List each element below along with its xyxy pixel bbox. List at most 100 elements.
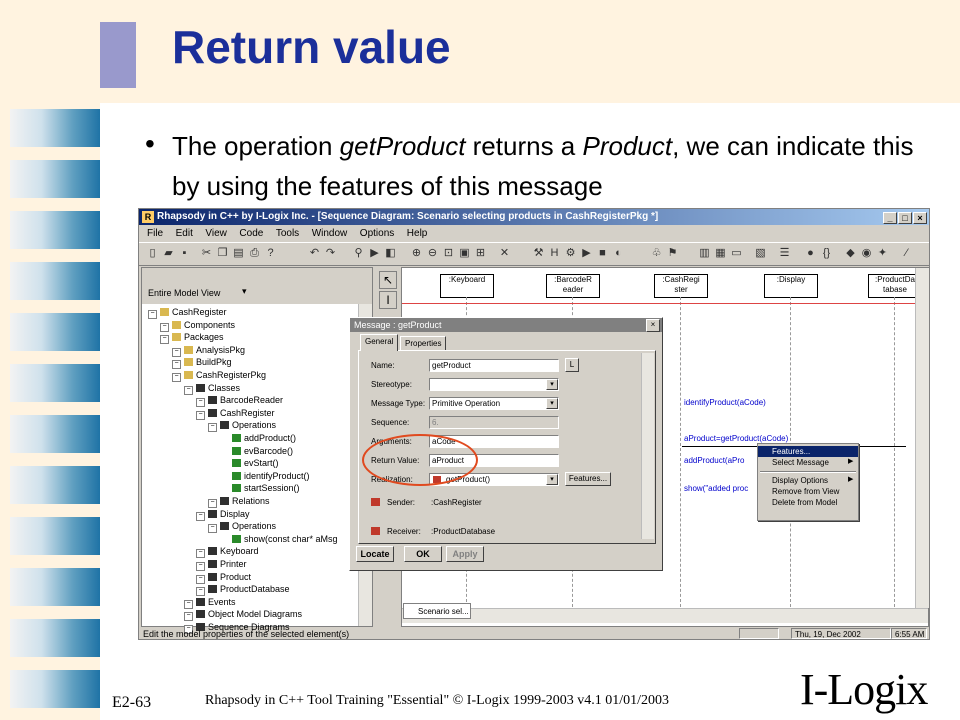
- tree-item[interactable]: − CashRegisterPkg: [172, 369, 266, 382]
- tree-item[interactable]: evStart(): [220, 457, 279, 469]
- tree-item[interactable]: show(const char* aMsg: [220, 533, 338, 545]
- tree-item[interactable]: − Product: [196, 571, 251, 584]
- menu-code[interactable]: Code: [239, 228, 263, 239]
- help-icon[interactable]: ?: [263, 246, 278, 261]
- chevron-down-icon[interactable]: ▾: [546, 398, 558, 409]
- undo-icon[interactable]: ↶: [307, 246, 322, 261]
- chevron-down-icon[interactable]: ▾: [546, 474, 558, 485]
- tree-item[interactable]: − Printer: [196, 558, 247, 571]
- generate-icon[interactable]: H: [547, 246, 562, 261]
- redo-icon[interactable]: ↷: [323, 246, 338, 261]
- tree-item[interactable]: − ProductDatabase: [196, 583, 290, 597]
- expand-toggle-icon[interactable]: −: [196, 410, 205, 420]
- menu-item-features[interactable]: Features...: [758, 446, 858, 457]
- features-icon[interactable]: ▦: [713, 246, 728, 261]
- tree-item[interactable]: − BuildPkg: [172, 356, 232, 370]
- tree-item[interactable]: startSession(): [220, 482, 300, 494]
- menu-file[interactable]: File: [147, 228, 163, 239]
- tree-item[interactable]: − Packages: [160, 331, 224, 345]
- expand-toggle-icon[interactable]: −: [184, 385, 193, 395]
- stereotype-dropdown[interactable]: [429, 378, 559, 391]
- tab-general[interactable]: General: [360, 334, 399, 351]
- brace-icon[interactable]: {}: [819, 246, 834, 261]
- list-icon[interactable]: ☰: [777, 246, 792, 261]
- menu-options[interactable]: Options: [360, 228, 394, 239]
- highlight-icon[interactable]: ◆: [843, 246, 858, 261]
- animate-icon[interactable]: ◐: [611, 246, 626, 261]
- apply-button[interactable]: Apply: [446, 546, 484, 562]
- new-file-icon[interactable]: ▯: [145, 246, 160, 261]
- menu-item-delete-from-model[interactable]: Delete from Model: [758, 497, 858, 508]
- lifeline-box[interactable]: :ProductDa tabase: [868, 274, 922, 298]
- build-icon[interactable]: ⚒: [531, 246, 546, 261]
- expand-toggle-icon[interactable]: −: [208, 423, 217, 433]
- run-icon[interactable]: ▶: [579, 246, 594, 261]
- zoom-fit-icon[interactable]: ⊡: [441, 246, 456, 261]
- zoom-box-icon[interactable]: ▣: [457, 246, 472, 261]
- omd-icon[interactable]: ♧: [649, 246, 664, 261]
- binoculars-icon[interactable]: ⚲: [351, 246, 366, 261]
- select-arrow-icon[interactable]: ↖: [379, 271, 397, 289]
- menu-view[interactable]: View: [205, 228, 227, 239]
- lifeline-box[interactable]: :BarcodeR eader: [546, 274, 600, 298]
- print-icon[interactable]: ⎙: [247, 246, 262, 261]
- zoom-out-icon[interactable]: ⊖: [425, 246, 440, 261]
- tree-item[interactable]: addProduct(): [220, 432, 296, 444]
- tree-item[interactable]: − Operations: [208, 520, 276, 534]
- message-get-product[interactable]: aProduct=getProduct(aCode): [684, 434, 788, 443]
- close-button[interactable]: ×: [913, 212, 927, 224]
- lifeline-box[interactable]: :Keyboard: [440, 274, 494, 298]
- menu-tools[interactable]: Tools: [276, 228, 299, 239]
- model-view-dropdown[interactable]: Entire Model View: [148, 288, 220, 298]
- tree-item[interactable]: − Keyboard: [196, 545, 259, 559]
- message-show[interactable]: show("added proc: [684, 484, 748, 493]
- menu-item-select-message[interactable]: Select Message: [758, 457, 858, 468]
- tree-item[interactable]: − CashRegister: [148, 306, 227, 319]
- name-field[interactable]: getProduct: [429, 359, 559, 372]
- tree-item[interactable]: − Operations: [208, 419, 276, 433]
- paste-icon[interactable]: ▤: [231, 246, 246, 261]
- menu-help[interactable]: Help: [407, 228, 428, 239]
- locate-button[interactable]: Locate: [356, 546, 394, 562]
- save-icon[interactable]: ▪: [177, 246, 192, 261]
- diagram-icon[interactable]: ▧: [753, 246, 768, 261]
- instance-line-icon[interactable]: I: [379, 291, 397, 309]
- tab-properties[interactable]: Properties: [400, 336, 447, 351]
- output-icon[interactable]: ▭: [729, 246, 744, 261]
- tree-item[interactable]: evBarcode(): [220, 445, 293, 457]
- maximize-button[interactable]: □: [898, 212, 912, 224]
- zoom-page-icon[interactable]: ⊞: [473, 246, 488, 261]
- ok-button[interactable]: OK: [404, 546, 442, 562]
- lifeline-box[interactable]: :CashRegi ster: [654, 274, 708, 298]
- menu-item-display-options[interactable]: Display Options: [758, 475, 858, 486]
- pen-icon[interactable]: ⁄: [899, 246, 914, 261]
- tree-item[interactable]: − Display: [196, 508, 250, 521]
- tree-item[interactable]: − Relations: [208, 495, 270, 508]
- tree-item[interactable]: − BarcodeReader: [196, 394, 283, 408]
- message-type-dropdown[interactable]: Primitive Operation: [429, 397, 559, 410]
- chevron-down-icon[interactable]: ▾: [242, 286, 247, 297]
- expand-toggle-icon[interactable]: −: [160, 335, 169, 345]
- lifeline-box[interactable]: :Display: [764, 274, 818, 298]
- features-button[interactable]: Features...: [565, 472, 611, 486]
- sequence-icon[interactable]: ⚑: [665, 246, 680, 261]
- tree-item[interactable]: − Classes: [184, 382, 240, 395]
- lightbulb-icon[interactable]: ✦: [875, 246, 890, 261]
- tree-item[interactable]: − Object Model Diagrams: [184, 608, 302, 622]
- tree-item[interactable]: − CashRegister: [196, 407, 275, 420]
- tree-item[interactable]: − Components: [160, 319, 235, 332]
- locate-name-button[interactable]: L: [565, 358, 579, 372]
- chevron-down-icon[interactable]: ▾: [546, 379, 558, 390]
- message-identify-product[interactable]: identifyProduct(aCode): [684, 398, 766, 407]
- menu-edit[interactable]: Edit: [176, 228, 193, 239]
- dialog-scrollbar[interactable]: [641, 353, 654, 539]
- browser-icon[interactable]: ▥: [697, 246, 712, 261]
- diagram-scrollbar-h[interactable]: [402, 608, 928, 623]
- expand-toggle-icon[interactable]: −: [196, 511, 205, 521]
- locate-red-icon[interactable]: ◉: [859, 246, 874, 261]
- record-icon[interactable]: ●: [803, 246, 818, 261]
- tree-item[interactable]: − AnalysisPkg: [172, 344, 245, 357]
- make-icon[interactable]: ⚙: [563, 246, 578, 261]
- document-tab[interactable]: Scenario sel...: [403, 603, 471, 619]
- tree-item[interactable]: − Events: [184, 596, 236, 609]
